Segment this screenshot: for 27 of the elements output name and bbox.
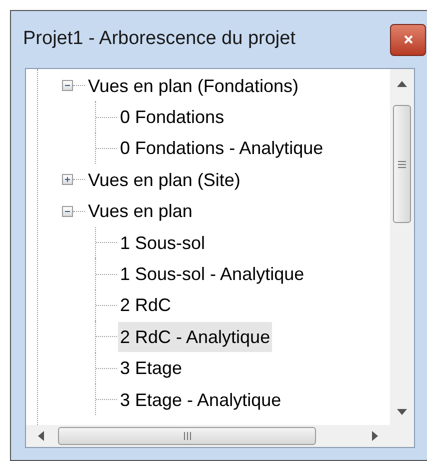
close-icon	[404, 35, 412, 44]
scrollbar-thumb[interactable]	[393, 105, 411, 223]
window-title: Projet1 - Arborescence du projet	[23, 27, 296, 52]
scroll-up-icon[interactable]	[397, 81, 407, 87]
tree-item[interactable]: 1 Sous-sol	[118, 228, 208, 258]
horizontal-scrollbar[interactable]	[26, 425, 390, 447]
tree-item[interactable]: 2 RdC - Analytique	[118, 322, 272, 352]
tree-item[interactable]: Vues en plan	[86, 196, 194, 226]
tree-item[interactable]: Vues en plan (Fondations)	[86, 70, 300, 101]
scroll-left-icon[interactable]	[38, 431, 44, 441]
scroll-down-icon[interactable]	[397, 409, 407, 415]
scrollbar-thumb[interactable]	[58, 427, 316, 445]
vertical-scrollbar[interactable]	[390, 69, 414, 425]
expand-icon[interactable]	[62, 174, 73, 186]
tree-item[interactable]: Vues en plan (Site)	[86, 164, 242, 195]
scroll-right-icon[interactable]	[372, 431, 378, 441]
tree-item[interactable]: 0 Fondations	[118, 102, 226, 132]
tree-item[interactable]: 1 Sous-sol - Analytique	[118, 259, 306, 290]
collapse-icon[interactable]	[62, 80, 73, 92]
grip-icon	[398, 160, 406, 168]
tree-item[interactable]: 3 Etage - Analytique	[118, 384, 284, 415]
grip-icon	[184, 432, 190, 440]
tree-item[interactable]: 2 RdC	[118, 290, 174, 320]
tree-item[interactable]: 3 Etage	[118, 353, 184, 384]
collapse-icon[interactable]	[62, 206, 73, 217]
close-button[interactable]	[390, 24, 426, 56]
tree-item[interactable]: 0 Fondations - Analytique	[118, 133, 326, 164]
